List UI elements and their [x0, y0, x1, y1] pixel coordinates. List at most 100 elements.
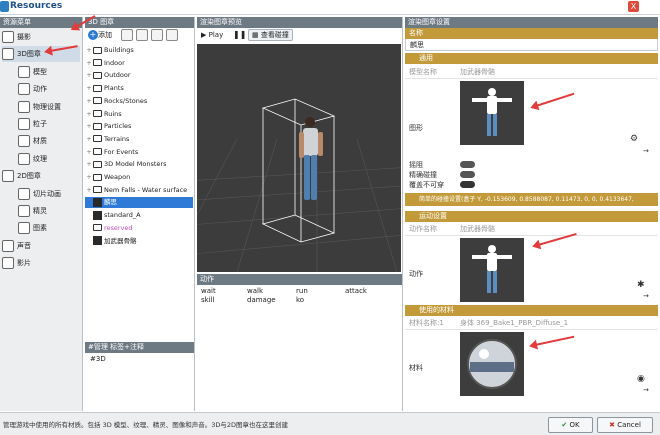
tree-item-label: standard_A: [104, 211, 141, 220]
menu-item-label: 2D图章: [17, 172, 41, 181]
shape-thumbnail[interactable]: [460, 81, 524, 145]
preview-panel: 渲染图章预览 ▶ Play ❚❚ ▦ 查看碰撞 动作 wait walk run…: [197, 17, 403, 411]
status-bar: 管理游戏中使用的所有材质。包括 3D 模型、纹理、精灵、图像和声音。3D与2D图…: [0, 412, 660, 435]
tree-item-label: Rocks/Stones: [104, 96, 148, 105]
tree-item[interactable]: 麟思: [85, 197, 193, 208]
add-button[interactable]: + 添加: [88, 29, 115, 41]
tree-item[interactable]: + Nem Falls - Water surface: [85, 185, 193, 195]
tree-item-label: 3D Model Monsters: [104, 160, 167, 169]
menu-item-icon: [2, 257, 14, 270]
animation-item[interactable]: walk: [247, 287, 263, 295]
menu-item[interactable]: 物理设置: [18, 99, 81, 115]
expand-icon[interactable]: +: [85, 159, 93, 169]
material-next-icon[interactable]: →: [643, 386, 649, 394]
tree-item[interactable]: reserved: [85, 223, 193, 233]
tree-item[interactable]: standard_A: [85, 210, 193, 220]
3d-viewport[interactable]: [197, 44, 401, 272]
play-button[interactable]: ▶ Play: [201, 30, 223, 40]
material-name-row: 材料名称:1 身体 369_Bake1_PBR_Diffuse_1: [405, 318, 658, 329]
tree-item[interactable]: + Particles: [85, 121, 193, 131]
pause-icon[interactable]: ❚❚: [233, 30, 246, 40]
tree-item[interactable]: + Indoor: [85, 58, 193, 68]
invisible-toggle[interactable]: [460, 181, 475, 188]
tree-item-label: Particles: [104, 122, 132, 131]
menu-item[interactable]: 精灵: [18, 203, 81, 219]
general-section-header[interactable]: 通用: [405, 53, 658, 64]
plus-icon: +: [88, 30, 98, 40]
expand-icon[interactable]: +: [85, 134, 93, 144]
menu-item[interactable]: 动作: [18, 81, 81, 97]
folder-icon: [93, 46, 102, 54]
folder-icon: [93, 71, 102, 79]
delete-icon[interactable]: [166, 29, 178, 41]
expand-icon[interactable]: +: [85, 121, 93, 131]
tag-value: #3D: [90, 355, 106, 363]
animation-item[interactable]: run: [296, 287, 308, 295]
expand-icon[interactable]: +: [85, 58, 93, 68]
folder-add-icon[interactable]: [121, 29, 133, 41]
menu-item[interactable]: 粒子: [18, 116, 81, 132]
view-collision-button[interactable]: ▦ 查看碰撞: [248, 29, 293, 41]
material-section-label: 使用的材料: [419, 306, 454, 314]
shape-next-icon[interactable]: →: [643, 147, 649, 155]
menu-item[interactable]: 切片动画: [18, 186, 81, 202]
folder-icon: [93, 160, 102, 168]
motion-next-icon[interactable]: →: [643, 292, 649, 300]
animation-item[interactable]: attack: [345, 287, 367, 295]
collision-toggle[interactable]: [460, 161, 475, 168]
motion-name-value: 加武器骨骼: [460, 225, 495, 233]
animation-item[interactable]: ko: [296, 296, 304, 304]
menu-item-label: 声音: [17, 241, 31, 250]
expand-icon[interactable]: +: [85, 83, 93, 93]
motion-settings-icon[interactable]: ✱: [637, 280, 645, 290]
ok-button[interactable]: ✔ OK: [548, 417, 593, 433]
close-icon[interactable]: X: [628, 1, 639, 12]
tree-item[interactable]: + Ruins: [85, 109, 193, 119]
tree-item[interactable]: 加武器骨骼: [85, 236, 193, 246]
expand-icon[interactable]: +: [85, 172, 93, 182]
expand-icon[interactable]: +: [85, 96, 93, 106]
shape-settings-icon[interactable]: ⚙: [630, 134, 638, 144]
menu-item[interactable]: 2D图章: [2, 168, 80, 184]
ok-label: OK: [569, 421, 580, 429]
expand-icon[interactable]: +: [85, 185, 93, 195]
tree-item[interactable]: + Outdoor: [85, 70, 193, 80]
menu-item-label: 纹理: [33, 154, 47, 163]
folder-icon: [93, 59, 102, 67]
name-field[interactable]: 麟思: [405, 39, 658, 51]
expand-icon[interactable]: +: [85, 70, 93, 80]
material-section-header[interactable]: 使用的材料: [405, 305, 658, 316]
tree-item[interactable]: + Weapon: [85, 172, 193, 182]
animation-item[interactable]: wait: [201, 287, 216, 295]
settings-header: 渲染图章设置: [405, 17, 658, 28]
expand-icon[interactable]: +: [85, 45, 93, 55]
menu-item[interactable]: 图素: [18, 220, 81, 236]
motion-section-header[interactable]: 运动设置: [405, 211, 658, 222]
material-settings-icon[interactable]: ◉: [637, 374, 645, 384]
motion-thumbnail[interactable]: [460, 238, 524, 302]
precise-collision-toggle[interactable]: [460, 171, 475, 178]
play-label: Play: [208, 31, 224, 39]
animation-item[interactable]: damage: [247, 296, 276, 304]
copy-icon[interactable]: [136, 29, 148, 41]
tree-item[interactable]: + For Events: [85, 147, 193, 157]
collision-box: [261, 98, 336, 243]
tree-item[interactable]: + Buildings: [85, 45, 193, 55]
menu-item[interactable]: 纹理: [18, 151, 81, 167]
expand-icon[interactable]: +: [85, 109, 93, 119]
menu-item[interactable]: 摄影: [2, 29, 80, 45]
menu-item[interactable]: 模型: [18, 64, 81, 80]
tree-item[interactable]: + Plants: [85, 83, 193, 93]
menu-item[interactable]: 材质: [18, 133, 81, 149]
menu-item[interactable]: 声音: [2, 238, 80, 254]
expand-icon[interactable]: +: [85, 147, 93, 157]
tree-item[interactable]: + Terrains: [85, 134, 193, 144]
animation-item[interactable]: skill: [201, 296, 215, 304]
simple-collision-header[interactable]: 简单的碰撞设置(盒子 Y, -0.153609, 0.8588087, 0.11…: [405, 193, 658, 206]
tree-item[interactable]: + Rocks/Stones: [85, 96, 193, 106]
paste-icon[interactable]: [151, 29, 163, 41]
material-thumbnail[interactable]: [460, 332, 524, 396]
cancel-button[interactable]: ✖ Cancel: [597, 417, 653, 433]
menu-item[interactable]: 影片: [2, 255, 80, 271]
tree-item[interactable]: +3D Model Monsters: [85, 159, 193, 169]
